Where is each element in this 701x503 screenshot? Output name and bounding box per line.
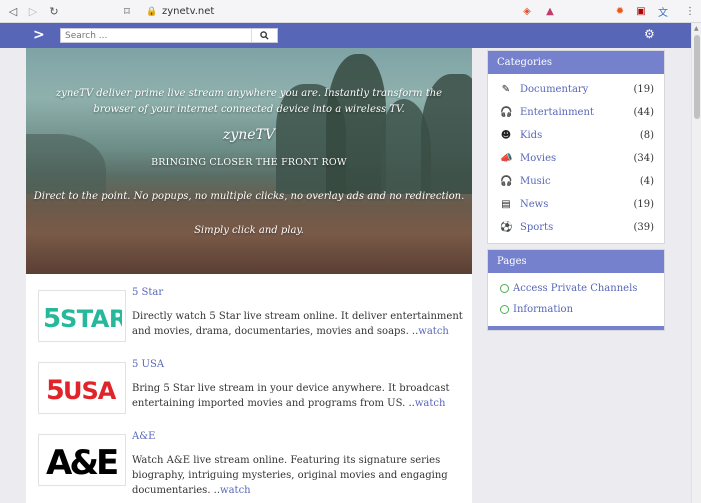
category-count: (8): [639, 130, 654, 141]
back-arrow-icon[interactable]: ◁: [4, 2, 22, 20]
pages-heading: Pages: [488, 250, 664, 273]
circle-bullet-icon: [500, 284, 509, 293]
search-button[interactable]: [251, 29, 277, 42]
a-and-e-logo-icon: A&E: [46, 443, 120, 480]
scrollbar-thumb[interactable]: [694, 35, 700, 119]
channel-logo-a-and-e[interactable]: A&E: [38, 434, 126, 486]
panel-footer-bar: [488, 326, 664, 330]
category-movies[interactable]: 📣 Movies (34): [488, 147, 664, 170]
channel-name-link[interactable]: A&E: [132, 431, 155, 442]
search-icon: [260, 31, 269, 40]
page-label: Information: [513, 304, 574, 315]
address-bar[interactable]: 🔒 zynetv.net: [146, 3, 536, 20]
page-link-information[interactable]: Information: [488, 299, 664, 320]
category-count: (19): [633, 84, 654, 95]
category-music[interactable]: 🎧 Music (4): [488, 170, 664, 193]
category-news[interactable]: ▤ News (19): [488, 193, 664, 216]
category-documentary[interactable]: ✎ Documentary (19): [488, 78, 664, 101]
headphones-icon: 🎧: [500, 107, 513, 118]
menu-icon[interactable]: ⋮: [682, 3, 698, 20]
hero-cta: Simply click and play.: [194, 225, 304, 236]
category-label: Music: [520, 176, 551, 187]
5-usa-logo-icon: 5 USA: [46, 375, 118, 405]
channel-item: A&E A&E Watch A&E live stream online. Fe…: [38, 431, 468, 500]
hero-point: Direct to the point. No popups, no multi…: [33, 191, 465, 202]
category-label: Documentary: [520, 84, 589, 95]
category-sports[interactable]: ⚽ Sports (39): [488, 216, 664, 239]
pencil-icon: ✎: [501, 84, 511, 95]
pdf-icon[interactable]: ▣: [633, 3, 649, 20]
category-label: Kids: [520, 130, 543, 141]
channel-logo-5-usa[interactable]: 5 USA: [38, 362, 126, 414]
url-text: zynetv.net: [162, 6, 215, 17]
category-count: (44): [633, 107, 654, 118]
channel-description: Watch A&E live stream online. Featuring …: [132, 453, 468, 498]
headphones-icon: 🎧: [500, 176, 513, 187]
hero-title: zyneTV: [222, 127, 276, 143]
category-count: (39): [633, 222, 654, 233]
category-kids[interactable]: ☻ Kids (8): [488, 124, 664, 147]
categories-heading: Categories: [488, 51, 664, 74]
channel-desc-text: Directly watch 5 Star live stream online…: [132, 311, 463, 337]
channel-name-link[interactable]: 5 Star: [132, 287, 163, 298]
svg-text:STAR: STAR: [60, 305, 122, 333]
svg-text:USA: USA: [63, 377, 117, 405]
channel-item: 5 USA 5 USA Bring 5 Star live stream in …: [38, 359, 468, 428]
chevron-right-icon[interactable]: >: [33, 27, 45, 43]
svg-text:5: 5: [43, 304, 61, 333]
browser-toolbar: ◁ ▷ ↻ ⌑ 🔒 zynetv.net ◈ ▲ ✹ ▣ 文 ⋮: [0, 0, 701, 23]
channel-desc-text: Watch A&E live stream online. Featuring …: [132, 455, 448, 496]
reload-icon[interactable]: ↻: [45, 2, 63, 20]
forward-arrow-icon[interactable]: ▷: [24, 2, 42, 20]
hero-tagline: BRINGING CLOSER THE FRONT ROW: [151, 157, 347, 168]
category-count: (4): [639, 176, 654, 187]
main-content: zyneTV deliver prime live stream anywher…: [26, 48, 472, 503]
gear-icon[interactable]: ⚙: [644, 27, 655, 41]
channel-desc-text: Bring 5 Star live stream in your device …: [132, 383, 450, 409]
watch-link[interactable]: watch: [418, 326, 449, 337]
child-face-icon: ☻: [500, 130, 512, 141]
category-label: News: [520, 199, 549, 210]
channel-name-link[interactable]: 5 USA: [132, 359, 164, 370]
brave-shield-icon[interactable]: ◈: [519, 3, 535, 20]
category-count: (19): [633, 199, 654, 210]
sidebar: Categories ✎ Documentary (19) 🎧 Entertai…: [487, 48, 665, 331]
search-input[interactable]: [61, 29, 251, 42]
category-label: Sports: [520, 222, 554, 233]
category-label: Entertainment: [520, 107, 594, 118]
circle-bullet-icon: [500, 305, 509, 314]
watch-link[interactable]: watch: [220, 485, 251, 496]
channel-description: Bring 5 Star live stream in your device …: [132, 381, 468, 411]
category-label: Movies: [520, 153, 557, 164]
bookmark-icon[interactable]: ⌑: [118, 2, 136, 20]
hero-intro: zyneTV deliver prime live stream anywher…: [55, 88, 443, 115]
soccer-ball-icon: ⚽: [500, 222, 513, 233]
page-link-access-private-channels[interactable]: Access Private Channels: [488, 278, 664, 299]
fire-icon[interactable]: ✹: [612, 3, 628, 20]
categories-panel: Categories ✎ Documentary (19) 🎧 Entertai…: [487, 50, 665, 244]
svg-text:A&E: A&E: [46, 443, 117, 480]
page-scrollbar[interactable]: ▲: [691, 23, 701, 503]
search-form: [60, 28, 278, 43]
channel-logo-5-star[interactable]: 5 STAR: [38, 290, 126, 342]
watch-link[interactable]: watch: [415, 398, 446, 409]
lock-icon: 🔒: [146, 6, 158, 17]
hero-banner: zyneTV deliver prime live stream anywher…: [26, 48, 472, 274]
brave-rewards-icon[interactable]: ▲: [542, 3, 558, 20]
5-star-logo-icon: 5 STAR: [43, 304, 122, 333]
pages-panel: Pages Access Private Channels Informatio…: [487, 249, 665, 331]
svg-text:5: 5: [46, 375, 65, 405]
page-label: Access Private Channels: [513, 283, 638, 294]
category-entertainment[interactable]: 🎧 Entertainment (44): [488, 101, 664, 124]
channel-item: 5 STAR 5 Star Directly watch 5 Star live…: [38, 287, 468, 356]
megaphone-icon: 📣: [500, 153, 513, 164]
category-count: (34): [633, 153, 654, 164]
translate-icon[interactable]: 文: [655, 3, 671, 20]
newspaper-icon: ▤: [501, 199, 511, 210]
channel-description: Directly watch 5 Star live stream online…: [132, 309, 468, 339]
scroll-up-arrow-icon[interactable]: ▲: [694, 25, 699, 32]
site-header: > ⚙: [0, 23, 691, 48]
